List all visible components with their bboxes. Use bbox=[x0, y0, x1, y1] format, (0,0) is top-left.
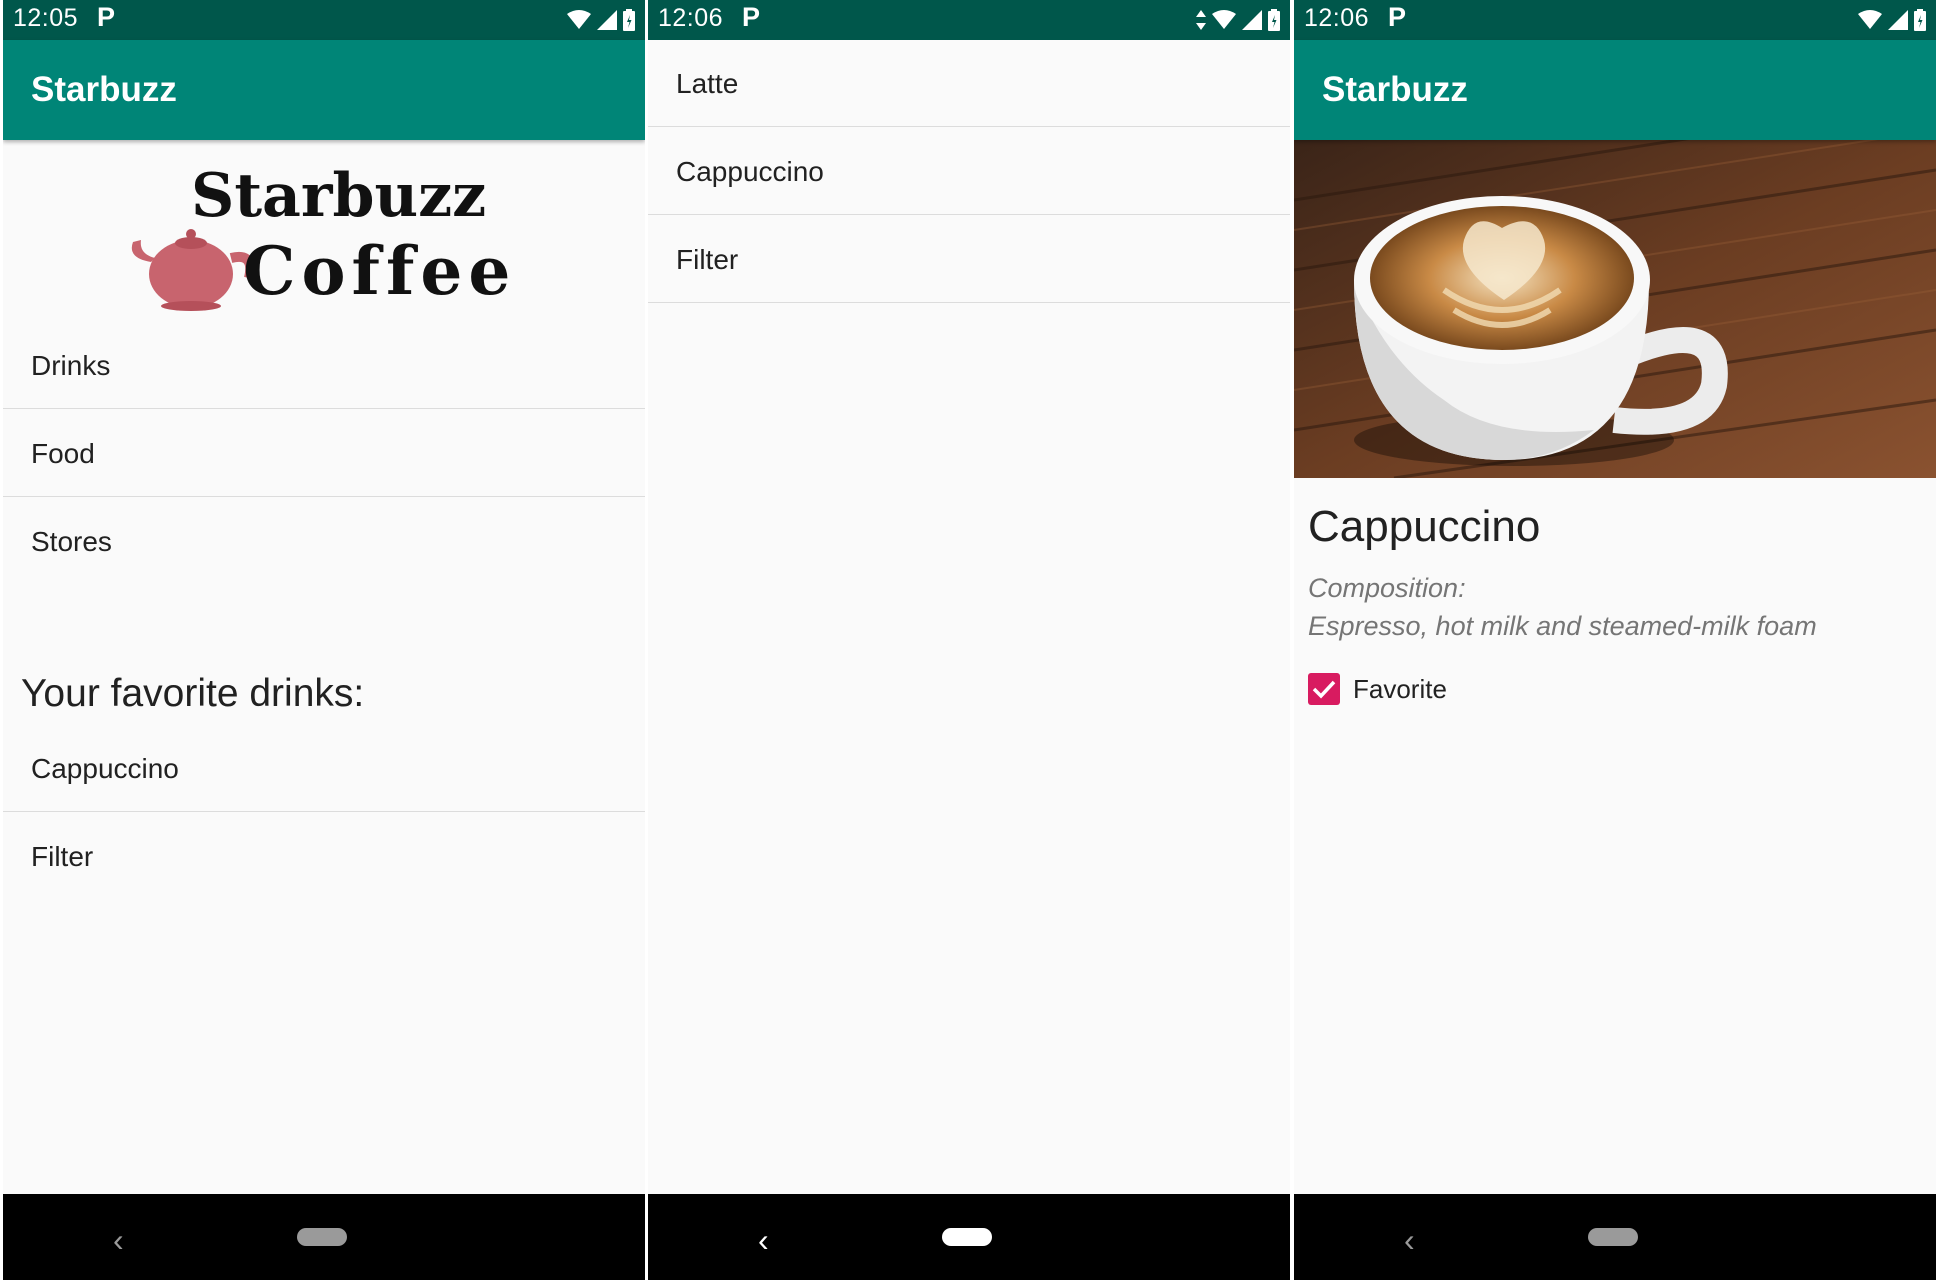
signal-icon bbox=[597, 10, 617, 30]
home-pill-icon[interactable] bbox=[297, 1228, 347, 1246]
navigation-bar: ‹ bbox=[1294, 1194, 1936, 1280]
wifi-icon bbox=[567, 10, 591, 29]
battery-icon bbox=[1914, 9, 1926, 31]
signal-icon bbox=[1242, 10, 1262, 30]
favorite-item-filter[interactable]: Filter bbox=[3, 813, 645, 900]
drink-name: Cappuccino bbox=[1308, 502, 1541, 551]
battery-icon bbox=[1268, 9, 1280, 31]
status-bar: 12:06 P bbox=[648, 0, 1290, 40]
screen-top-level: 12:05 P Starbuzz Starbuzz Coffee Drinks … bbox=[3, 0, 645, 1280]
favorite-checkbox-row[interactable]: Favorite bbox=[1308, 672, 1447, 706]
app-title: Starbuzz bbox=[31, 70, 177, 109]
menu-item-drinks[interactable]: Drinks bbox=[3, 322, 645, 409]
app-bar: Starbuzz bbox=[3, 40, 645, 140]
wifi-icon bbox=[1858, 10, 1882, 29]
starbuzz-coffee-logo: Starbuzz Coffee bbox=[131, 161, 516, 311]
screen-drink-category: 12:06 P Latte Cappuccino Filter ‹ bbox=[648, 0, 1290, 1280]
drink-item-label: Latte bbox=[676, 68, 739, 99]
drink-item-filter[interactable]: Filter bbox=[648, 216, 1290, 303]
drink-item-latte[interactable]: Latte bbox=[648, 40, 1290, 127]
cappuccino-photo bbox=[1294, 140, 1936, 478]
favorite-item-label: Cappuccino bbox=[31, 753, 179, 784]
menu-item-label: Drinks bbox=[31, 350, 111, 381]
status-time: 12:06 bbox=[1304, 4, 1370, 32]
navigation-bar: ‹ bbox=[3, 1194, 645, 1280]
favorite-label: Favorite bbox=[1353, 673, 1447, 704]
status-bar: 12:05 P bbox=[3, 0, 645, 40]
logo-coffee-text: Coffee bbox=[243, 232, 516, 310]
app-title: Starbuzz bbox=[1322, 70, 1468, 109]
teapot-icon bbox=[131, 229, 256, 311]
signal-icon bbox=[1888, 10, 1908, 30]
favorites-heading: Your favorite drinks: bbox=[21, 672, 365, 715]
parking-notification-icon: P bbox=[97, 2, 116, 32]
app-bar: Starbuzz bbox=[1294, 40, 1936, 140]
parking-notification-icon: P bbox=[1388, 2, 1407, 32]
favorite-checkbox[interactable] bbox=[1308, 673, 1340, 705]
data-arrows-icon bbox=[1196, 10, 1206, 30]
drink-item-label: Filter bbox=[676, 244, 739, 275]
logo-starbuzz-text: Starbuzz bbox=[191, 161, 486, 231]
navigation-bar: ‹ bbox=[648, 1194, 1290, 1280]
menu-item-label: Stores bbox=[31, 526, 112, 557]
parking-notification-icon: P bbox=[742, 2, 761, 32]
drink-item-label: Cappuccino bbox=[676, 156, 824, 187]
favorite-item-label: Filter bbox=[31, 841, 94, 872]
wifi-icon bbox=[1212, 10, 1236, 29]
back-icon[interactable]: ‹ bbox=[758, 1222, 769, 1259]
home-pill-icon[interactable] bbox=[1588, 1228, 1638, 1246]
status-time: 12:06 bbox=[658, 4, 724, 32]
menu-item-stores[interactable]: Stores bbox=[3, 498, 645, 585]
status-time: 12:05 bbox=[13, 4, 79, 32]
favorite-item-cappuccino[interactable]: Cappuccino bbox=[3, 725, 645, 812]
status-bar: 12:06 P bbox=[1294, 0, 1936, 40]
home-pill-icon[interactable] bbox=[942, 1228, 992, 1246]
composition-label: Composition: bbox=[1308, 573, 1466, 603]
menu-item-food[interactable]: Food bbox=[3, 410, 645, 497]
back-icon[interactable]: ‹ bbox=[1404, 1222, 1415, 1259]
drink-item-cappuccino[interactable]: Cappuccino bbox=[648, 128, 1290, 215]
composition-text: Espresso, hot milk and steamed-milk foam bbox=[1308, 611, 1817, 641]
menu-item-label: Food bbox=[31, 438, 95, 469]
back-icon[interactable]: ‹ bbox=[113, 1222, 124, 1259]
battery-icon bbox=[623, 9, 635, 31]
checkmark-icon bbox=[1312, 680, 1336, 699]
screen-drink-detail: 12:06 P Starbuzz Cappuccino Composition:… bbox=[1294, 0, 1936, 1280]
